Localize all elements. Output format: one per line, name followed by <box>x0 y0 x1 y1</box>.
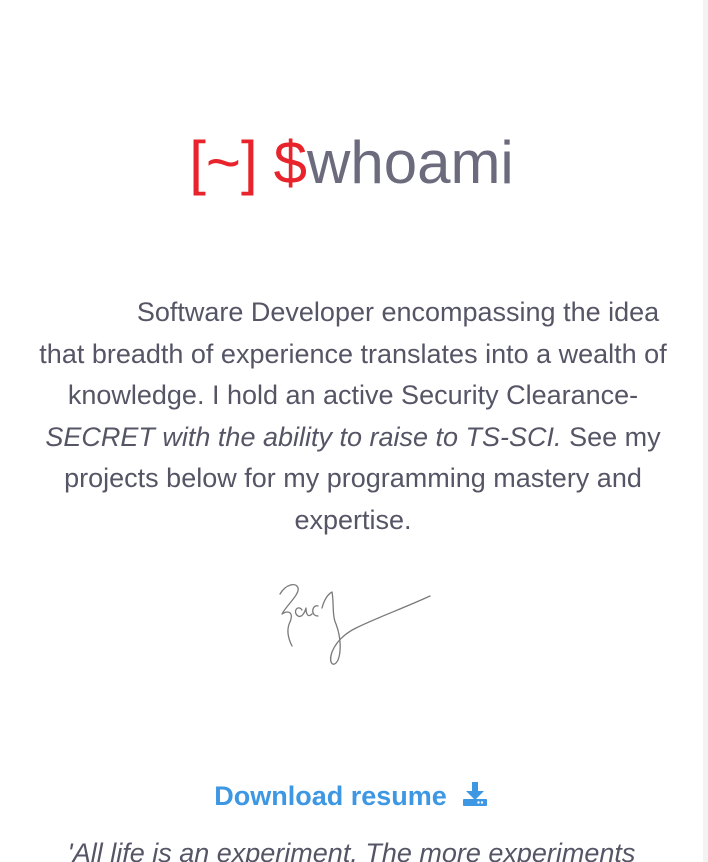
quote-text: 'All life is an experiment. The more exp… <box>67 838 636 862</box>
signature-image <box>279 583 431 665</box>
download-icon <box>462 782 487 806</box>
bio-intro: Software Developer encompassing the idea… <box>39 297 667 410</box>
page-title: [~] $whoami <box>0 128 703 198</box>
prompt-bracket: [~] <box>189 129 258 196</box>
scrollbar[interactable] <box>703 0 708 862</box>
bio-clearance: SECRET with the ability to raise to TS-S… <box>45 421 562 452</box>
download-resume-link[interactable]: Download resume <box>0 780 703 812</box>
download-resume-label: Download resume <box>214 781 447 811</box>
page: [~] $whoami Software Developer encompassi… <box>0 0 704 862</box>
prompt-dollar: $ <box>273 129 307 196</box>
prompt-command: whoami <box>307 129 514 196</box>
bio-paragraph: Software Developer encompassing the idea… <box>28 292 678 541</box>
